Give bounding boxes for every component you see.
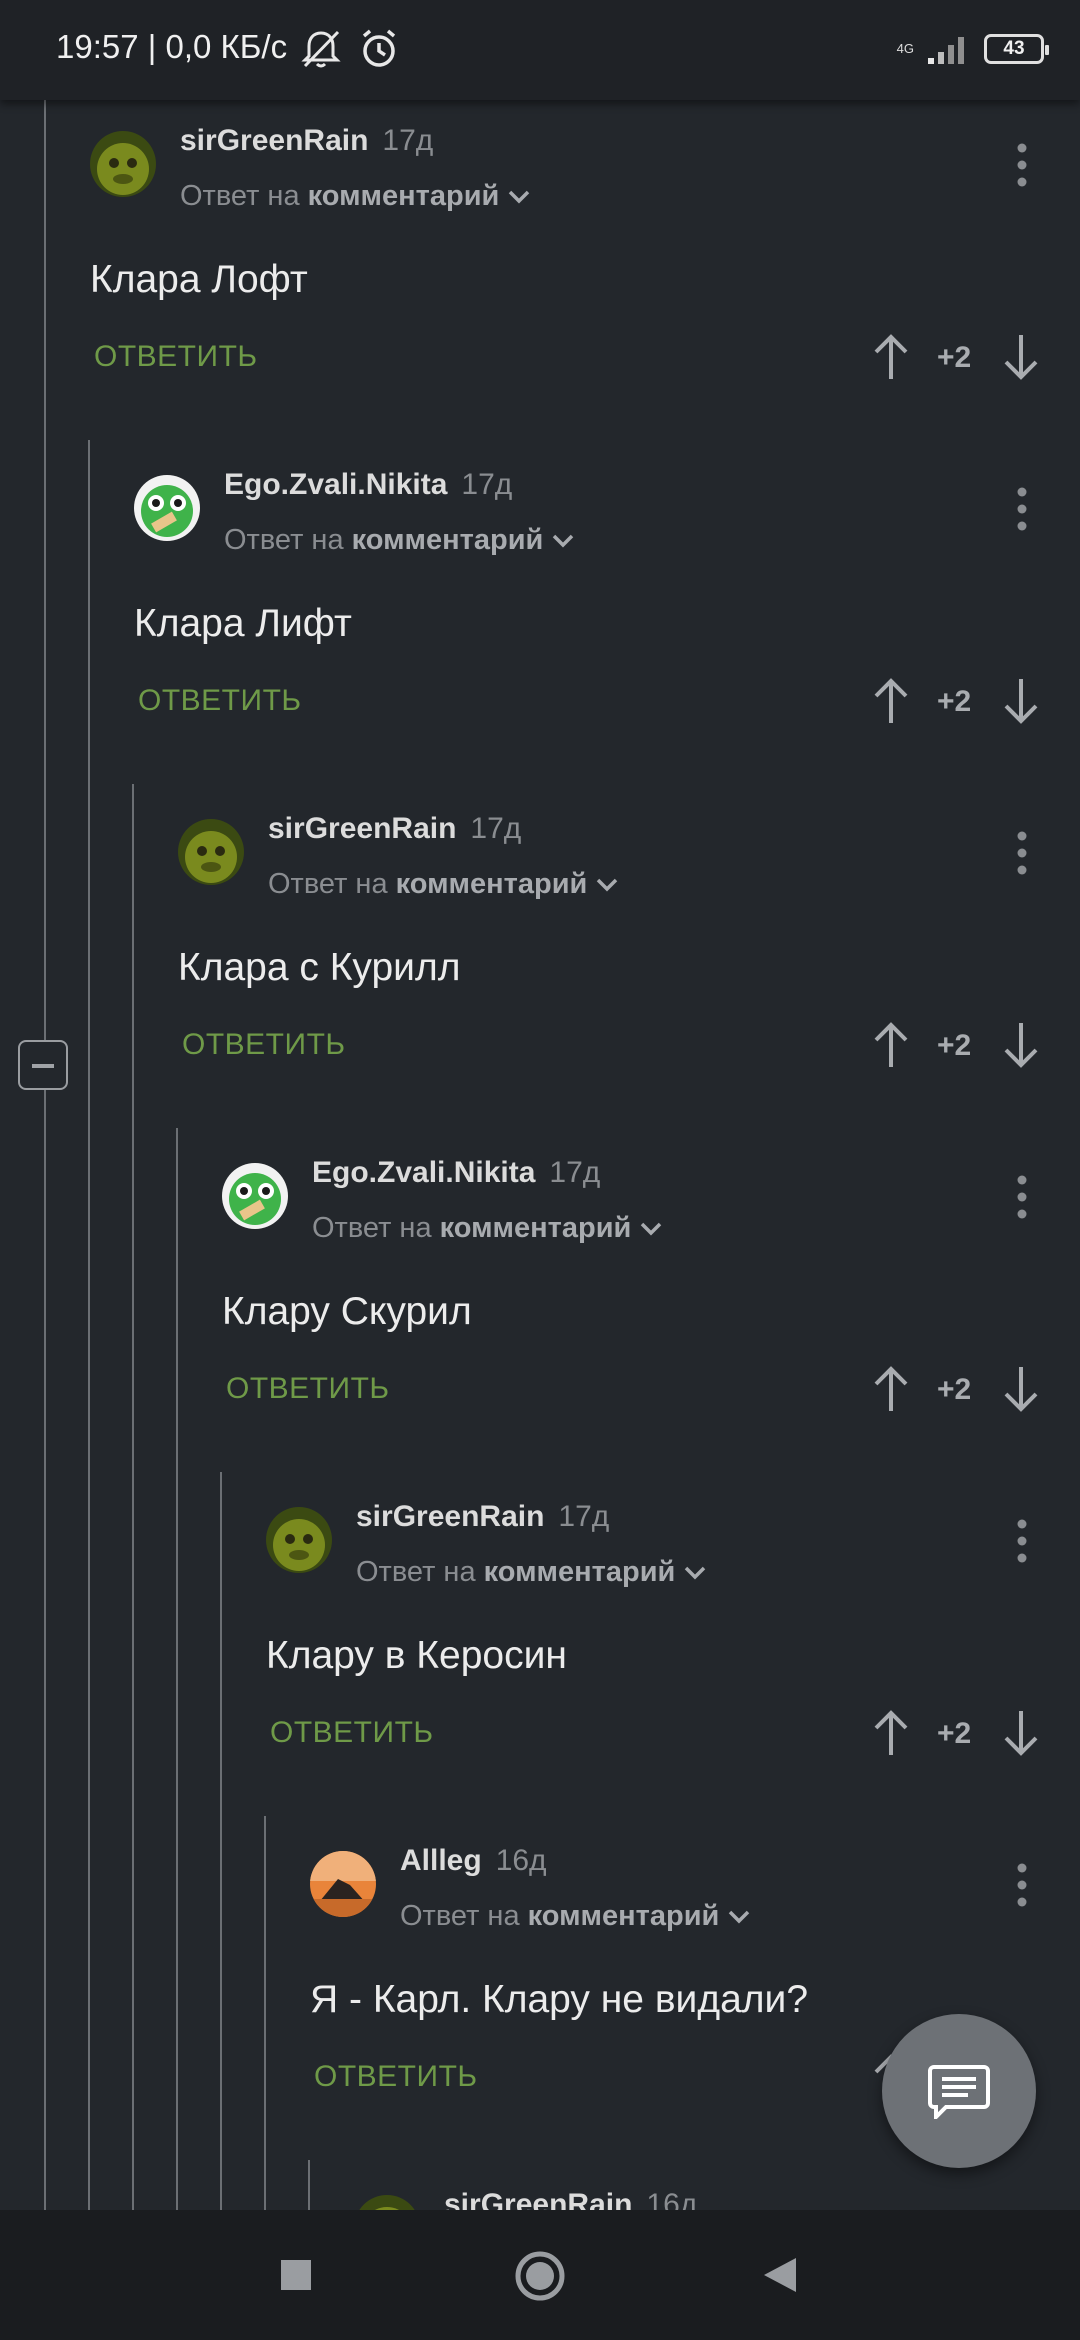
thread-line	[220, 1472, 222, 2210]
chevron-down-icon	[729, 1911, 750, 1924]
comment-text: Клару Скурил	[222, 1290, 472, 1333]
arrow-up-icon[interactable]	[872, 1708, 910, 1763]
avatar[interactable]	[222, 1163, 288, 1229]
reply-to-link[interactable]: Ответ на комментарий	[356, 1556, 707, 1589]
reply-button[interactable]: ОТВЕТИТЬ	[270, 1716, 434, 1750]
vote-score: +2	[937, 685, 972, 718]
arrow-down-icon[interactable]	[1002, 1364, 1040, 1419]
thread-line	[132, 784, 134, 2210]
comment-age: 16д	[495, 1844, 547, 1877]
arrow-up-icon[interactable]	[872, 1020, 910, 1075]
add-comment-button[interactable]	[882, 2014, 1036, 2168]
comment-text: Я - Карл. Клару не видали?	[310, 1978, 809, 2021]
collapse-thread-button[interactable]	[18, 1040, 68, 1090]
comment-author[interactable]: Allleg 16д	[400, 1844, 547, 1878]
comment-author[interactable]: sirGreenRain 17д	[268, 812, 521, 846]
battery-level: 43	[1003, 38, 1025, 59]
more-options-icon[interactable]	[1008, 1860, 1036, 1915]
thread-line	[264, 1816, 266, 2210]
chevron-down-icon	[641, 1223, 662, 1236]
reply-button[interactable]: ОТВЕТИТЬ	[94, 340, 258, 374]
arrow-down-icon[interactable]	[1002, 332, 1040, 387]
avatar[interactable]	[310, 1851, 376, 1917]
recents-button[interactable]	[280, 2259, 312, 2296]
more-options-icon[interactable]	[1008, 140, 1036, 195]
comment-age: 17д	[461, 468, 513, 501]
status-time: 19:57 | 0,0 КБ/с	[56, 28, 288, 65]
comment-icon	[928, 2065, 990, 2119]
vote-score: +2	[937, 1373, 972, 1406]
status-bar: 19:57 | 0,0 КБ/с 4G 43	[0, 0, 1080, 100]
more-options-icon[interactable]	[1008, 828, 1036, 883]
avatar[interactable]	[178, 819, 244, 885]
arrow-down-icon[interactable]	[1002, 676, 1040, 731]
reply-button[interactable]: ОТВЕТИТЬ	[182, 1028, 346, 1062]
back-triangle-icon	[764, 2258, 796, 2292]
chevron-down-icon	[597, 879, 618, 892]
thread-line	[308, 2160, 310, 2210]
arrow-up-icon[interactable]	[872, 332, 910, 387]
comment-text: Клара с Курилл	[178, 946, 461, 989]
vote-score: +2	[937, 1717, 972, 1750]
arrow-down-icon[interactable]	[1002, 1708, 1040, 1763]
thread-line	[176, 1128, 178, 2210]
more-options-icon[interactable]	[1008, 1172, 1036, 1227]
square-icon	[281, 2260, 311, 2290]
arrow-down-icon[interactable]	[1002, 1020, 1040, 1075]
reply-to-link[interactable]: Ответ на комментарий	[180, 180, 531, 213]
arrow-up-icon[interactable]	[872, 1364, 910, 1419]
chevron-down-icon	[509, 191, 530, 204]
battery-icon: 43	[984, 34, 1049, 64]
vote-score: +2	[937, 341, 972, 374]
comment-age: 17д	[382, 124, 434, 157]
status-right: 4G 43	[896, 24, 1049, 74]
avatar[interactable]	[90, 131, 156, 197]
arrow-up-icon[interactable]	[872, 676, 910, 731]
avatar[interactable]	[134, 475, 200, 541]
chevron-down-icon	[553, 535, 574, 548]
comment-age: 17д	[558, 1500, 610, 1533]
reply-to-link[interactable]: Ответ на комментарий	[224, 524, 575, 557]
more-options-icon[interactable]	[1008, 1516, 1036, 1571]
vote-score: +2	[937, 1029, 972, 1062]
avatar[interactable]	[266, 1507, 332, 1573]
comment-text: Клара Лифт	[134, 602, 352, 645]
comment-age: 17д	[549, 1156, 601, 1189]
comment-text: Клару в Керосин	[266, 1634, 567, 1677]
signal-icon	[928, 37, 964, 64]
chevron-down-icon	[685, 1567, 706, 1580]
more-options-icon[interactable]	[1008, 484, 1036, 539]
comment-age: 17д	[470, 812, 522, 845]
reply-button[interactable]: ОТВЕТИТЬ	[314, 2060, 478, 2094]
comment-author[interactable]: sirGreenRain 17д	[180, 124, 433, 158]
thread-line	[88, 440, 90, 2210]
thread-line	[44, 100, 46, 2210]
reply-button[interactable]: ОТВЕТИТЬ	[138, 684, 302, 718]
alarm-icon	[356, 26, 402, 77]
reply-to-link[interactable]: Ответ на комментарий	[312, 1212, 663, 1245]
reply-to-link[interactable]: Ответ на комментарий	[400, 1900, 751, 1933]
comment-text: Клара Лофт	[90, 258, 308, 301]
mute-notifications-icon	[298, 26, 344, 77]
network-type: 4G	[896, 41, 914, 56]
comment-author[interactable]: sirGreenRain 17д	[356, 1500, 609, 1534]
home-circle-icon	[515, 2251, 565, 2301]
home-button[interactable]	[514, 2250, 566, 2307]
comment-author[interactable]: Ego.Zvali.Nikita 17д	[224, 468, 512, 502]
reply-button[interactable]: ОТВЕТИТЬ	[226, 1372, 390, 1406]
reply-to-link[interactable]: Ответ на комментарий	[268, 868, 619, 901]
back-button[interactable]	[762, 2256, 798, 2299]
comment-author[interactable]: Ego.Zvali.Nikita 17д	[312, 1156, 600, 1190]
navigation-bar	[0, 2210, 1080, 2340]
